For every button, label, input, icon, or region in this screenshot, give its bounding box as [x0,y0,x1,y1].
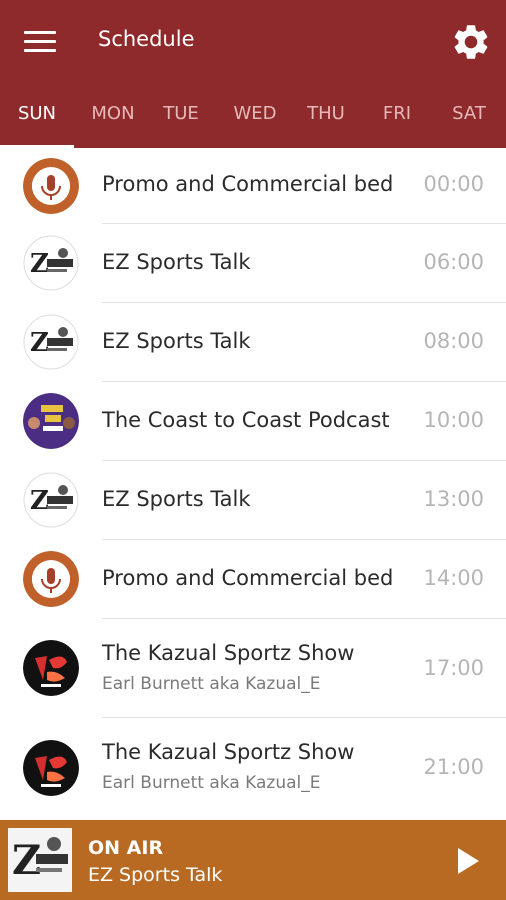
schedule-row[interactable]: Z EZ Sports Talk 08:00 [0,303,506,382]
hamburger-menu-icon[interactable] [24,29,56,53]
tab-mon[interactable]: MON [78,103,148,124]
kazual-logo [23,740,79,796]
app-bar: Schedule SUN MON TUE WED THU FRI SAT [0,0,506,148]
on-air-label: ON AIR [88,837,164,859]
svg-text:Z: Z [30,249,49,279]
now-playing-artwork: Z [8,828,72,892]
play-icon[interactable] [452,846,482,876]
ez-sports-logo: Z [23,472,79,528]
page-title: Schedule [98,27,195,51]
row-time: 06:00 [423,250,484,274]
schedule-row[interactable]: Promo and Commercial bed 14:00 [0,540,506,619]
row-title: The Coast to Coast Podcast [102,408,390,432]
schedule-row[interactable]: Z EZ Sports Talk 06:00 [0,224,506,303]
row-title: Promo and Commercial bed [102,172,394,196]
tab-fri[interactable]: FRI [362,103,432,124]
row-time: 00:00 [423,172,484,196]
kazual-logo [23,640,79,696]
ksrn-logo [23,551,79,607]
schedule-row[interactable]: The Kazual Sportz Show Earl Burnett aka … [0,619,506,718]
row-title: Promo and Commercial bed [102,566,394,590]
coast-podcast-logo [23,393,79,449]
schedule-row[interactable]: The Coast to Coast Podcast 10:00 [0,382,506,461]
svg-text:Z: Z [30,328,49,358]
row-time: 08:00 [423,329,484,353]
tab-thu[interactable]: THU [291,103,361,124]
ez-sports-logo: Z [23,235,79,291]
row-time: 21:00 [423,755,484,779]
row-title: EZ Sports Talk [102,487,251,511]
row-title: EZ Sports Talk [102,329,251,353]
row-time: 10:00 [423,408,484,432]
now-playing-bar[interactable]: Z ON AIR EZ Sports Talk [0,820,506,900]
row-title: EZ Sports Talk [102,250,251,274]
tab-tue[interactable]: TUE [146,103,216,124]
row-subtitle: Earl Burnett aka Kazual_E [102,773,321,793]
row-title: The Kazual Sportz Show [102,641,355,665]
now-playing-show: EZ Sports Talk [88,864,223,886]
row-time: 17:00 [423,656,484,680]
day-tabs: SUN MON TUE WED THU FRI SAT [0,88,506,148]
tab-wed[interactable]: WED [220,103,290,124]
schedule-row[interactable]: Promo and Commercial bed 00:00 [0,148,506,224]
ez-sports-logo: Z [23,314,79,370]
row-time: 13:00 [423,487,484,511]
schedule-row[interactable]: The Kazual Sportz Show Earl Burnett aka … [0,718,506,820]
tab-sun[interactable]: SUN [2,103,72,124]
tab-sat[interactable]: SAT [434,103,504,124]
gear-icon[interactable] [450,21,492,63]
row-time: 14:00 [423,566,484,590]
row-title: The Kazual Sportz Show [102,740,355,764]
svg-text:Z: Z [30,486,49,516]
row-subtitle: Earl Burnett aka Kazual_E [102,674,321,694]
schedule-row[interactable]: Z EZ Sports Talk 13:00 [0,461,506,540]
ksrn-logo [23,158,79,214]
